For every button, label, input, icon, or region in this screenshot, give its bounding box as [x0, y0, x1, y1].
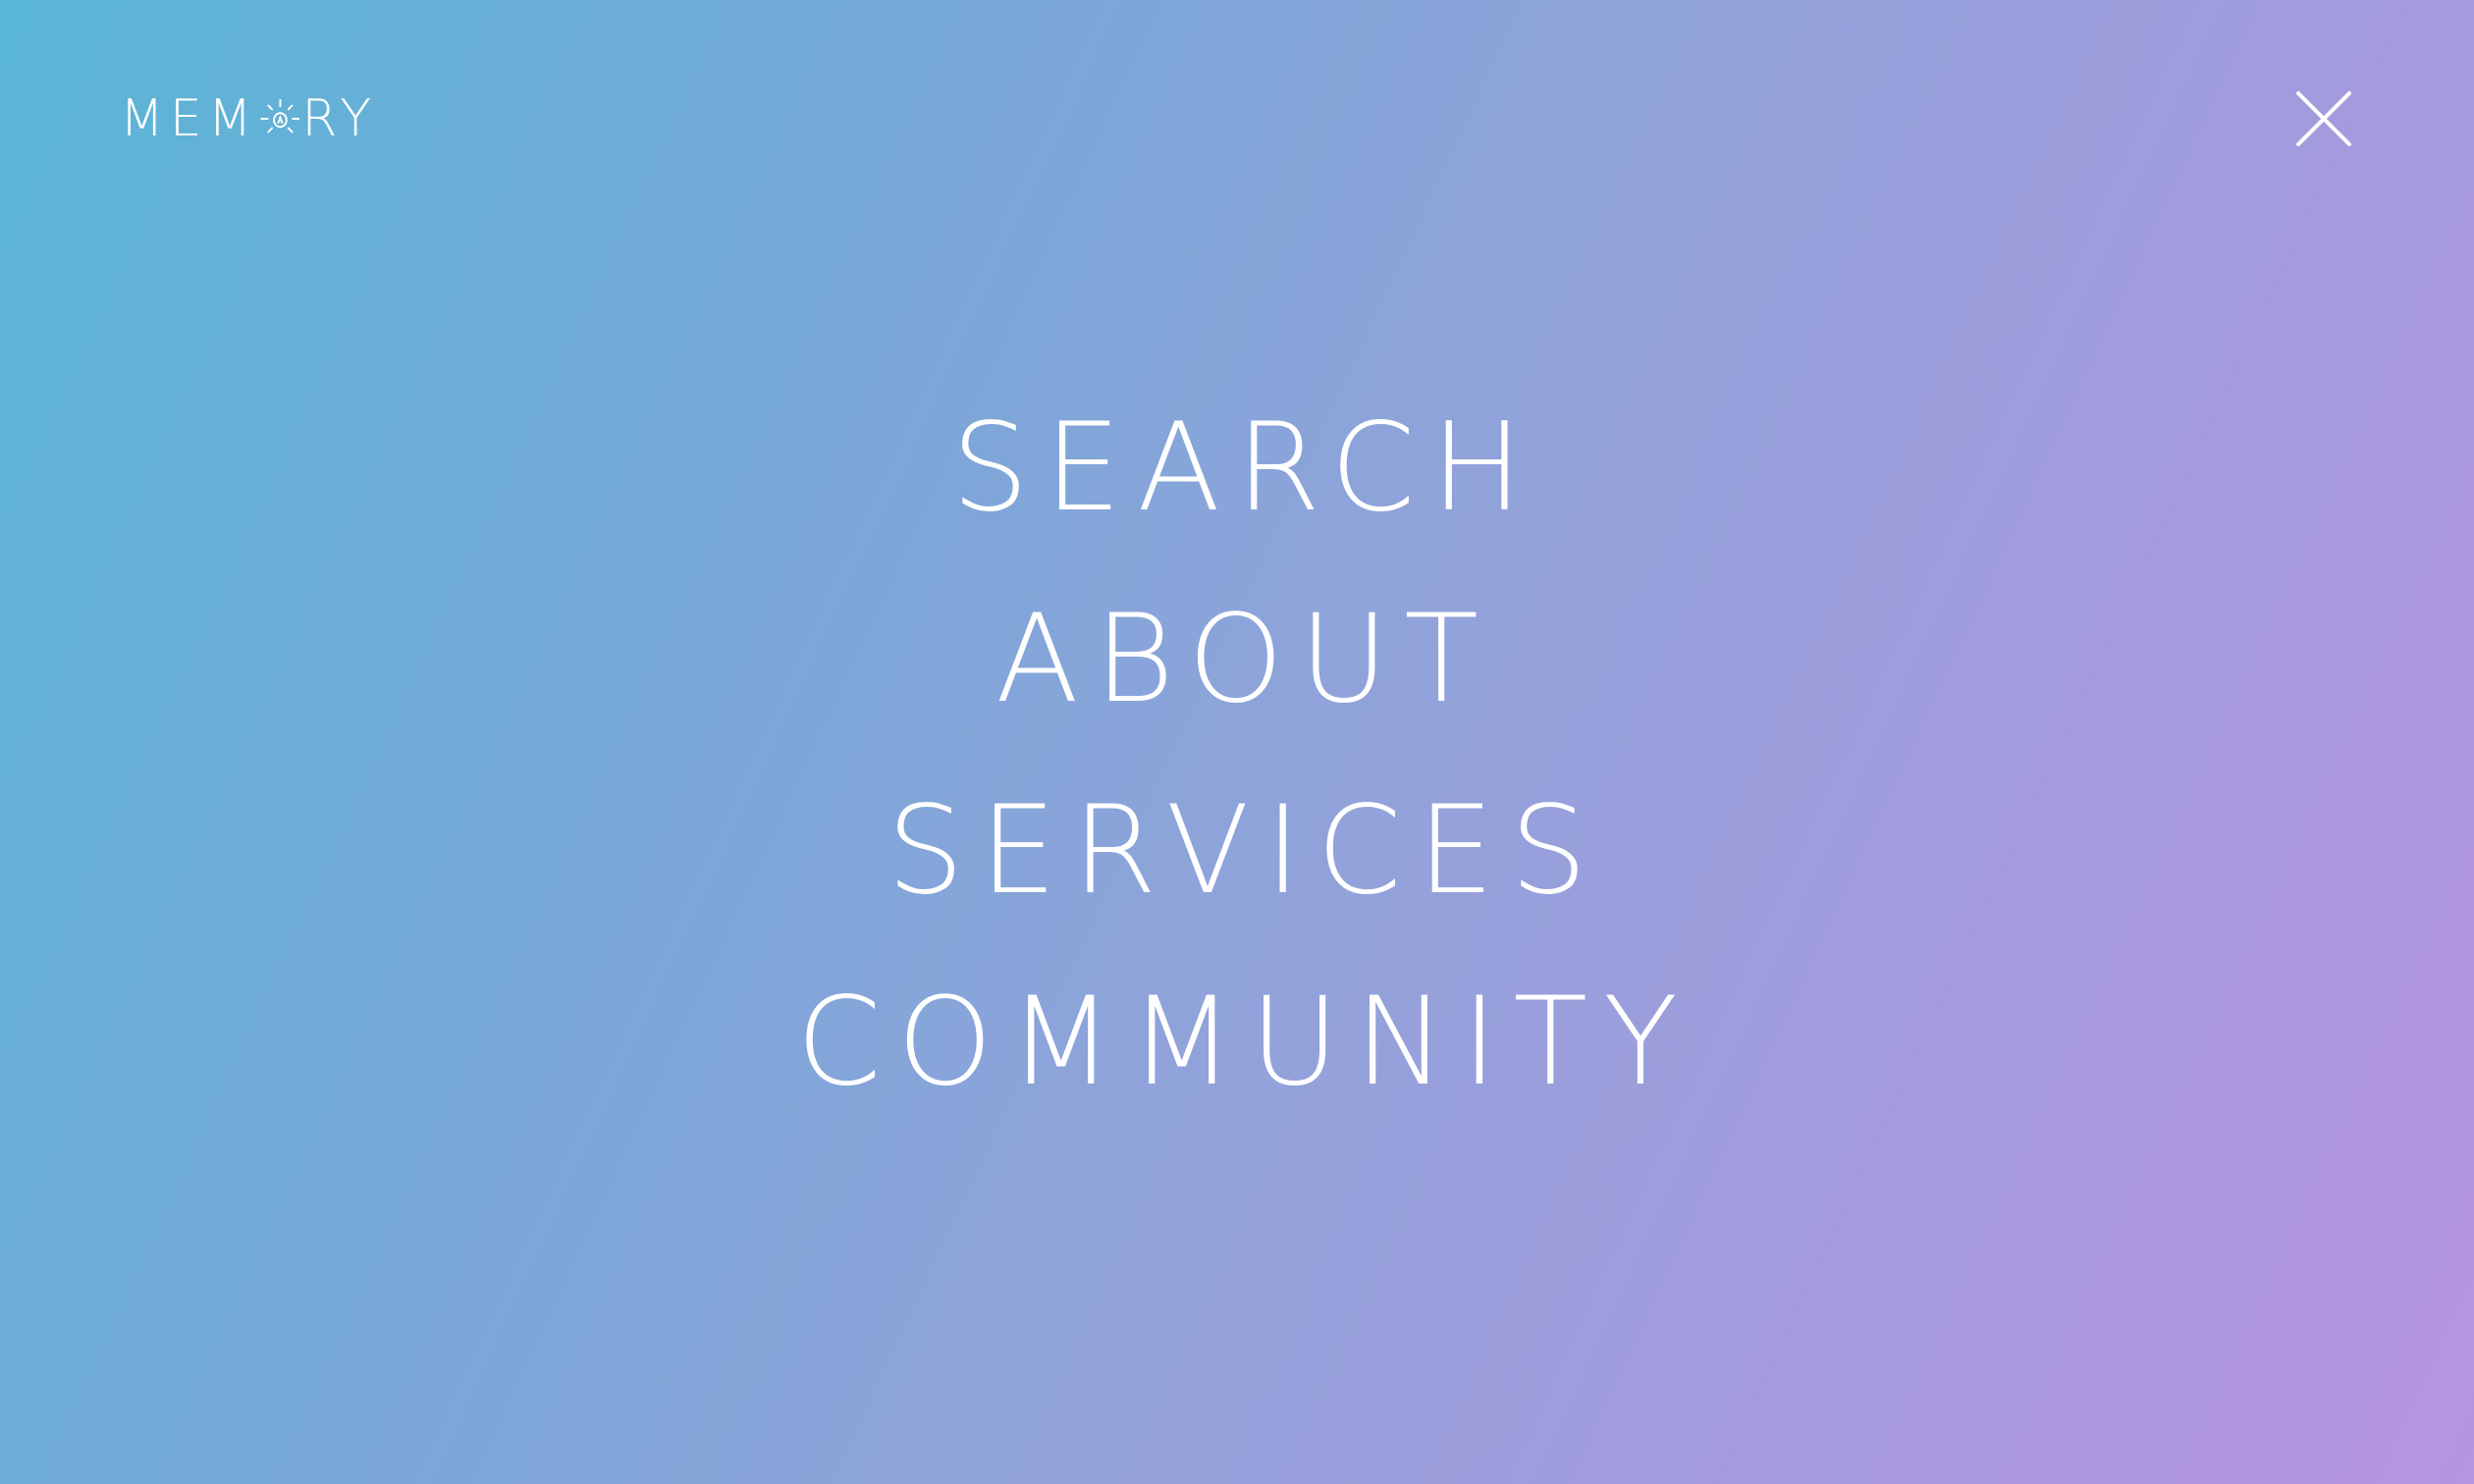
logo-text-left: MEM — [120, 89, 258, 148]
menu-item-community[interactable]: COMMUNITY — [780, 947, 1694, 1139]
menu-item-about[interactable]: ABOUT — [980, 564, 1494, 756]
menu-item-services[interactable]: SERVICES — [871, 756, 1602, 947]
logo-text-right: RY — [301, 89, 377, 148]
lightbulb-o-icon — [259, 98, 300, 133]
header: MEM RY — [0, 0, 2474, 245]
menu-item-search[interactable]: SEARCH — [936, 373, 1538, 564]
main-menu: SEARCH ABOUT SERVICES COMMUNITY — [0, 373, 2474, 1139]
logo[interactable]: MEM RY — [120, 86, 377, 151]
close-icon[interactable] — [2293, 88, 2354, 149]
